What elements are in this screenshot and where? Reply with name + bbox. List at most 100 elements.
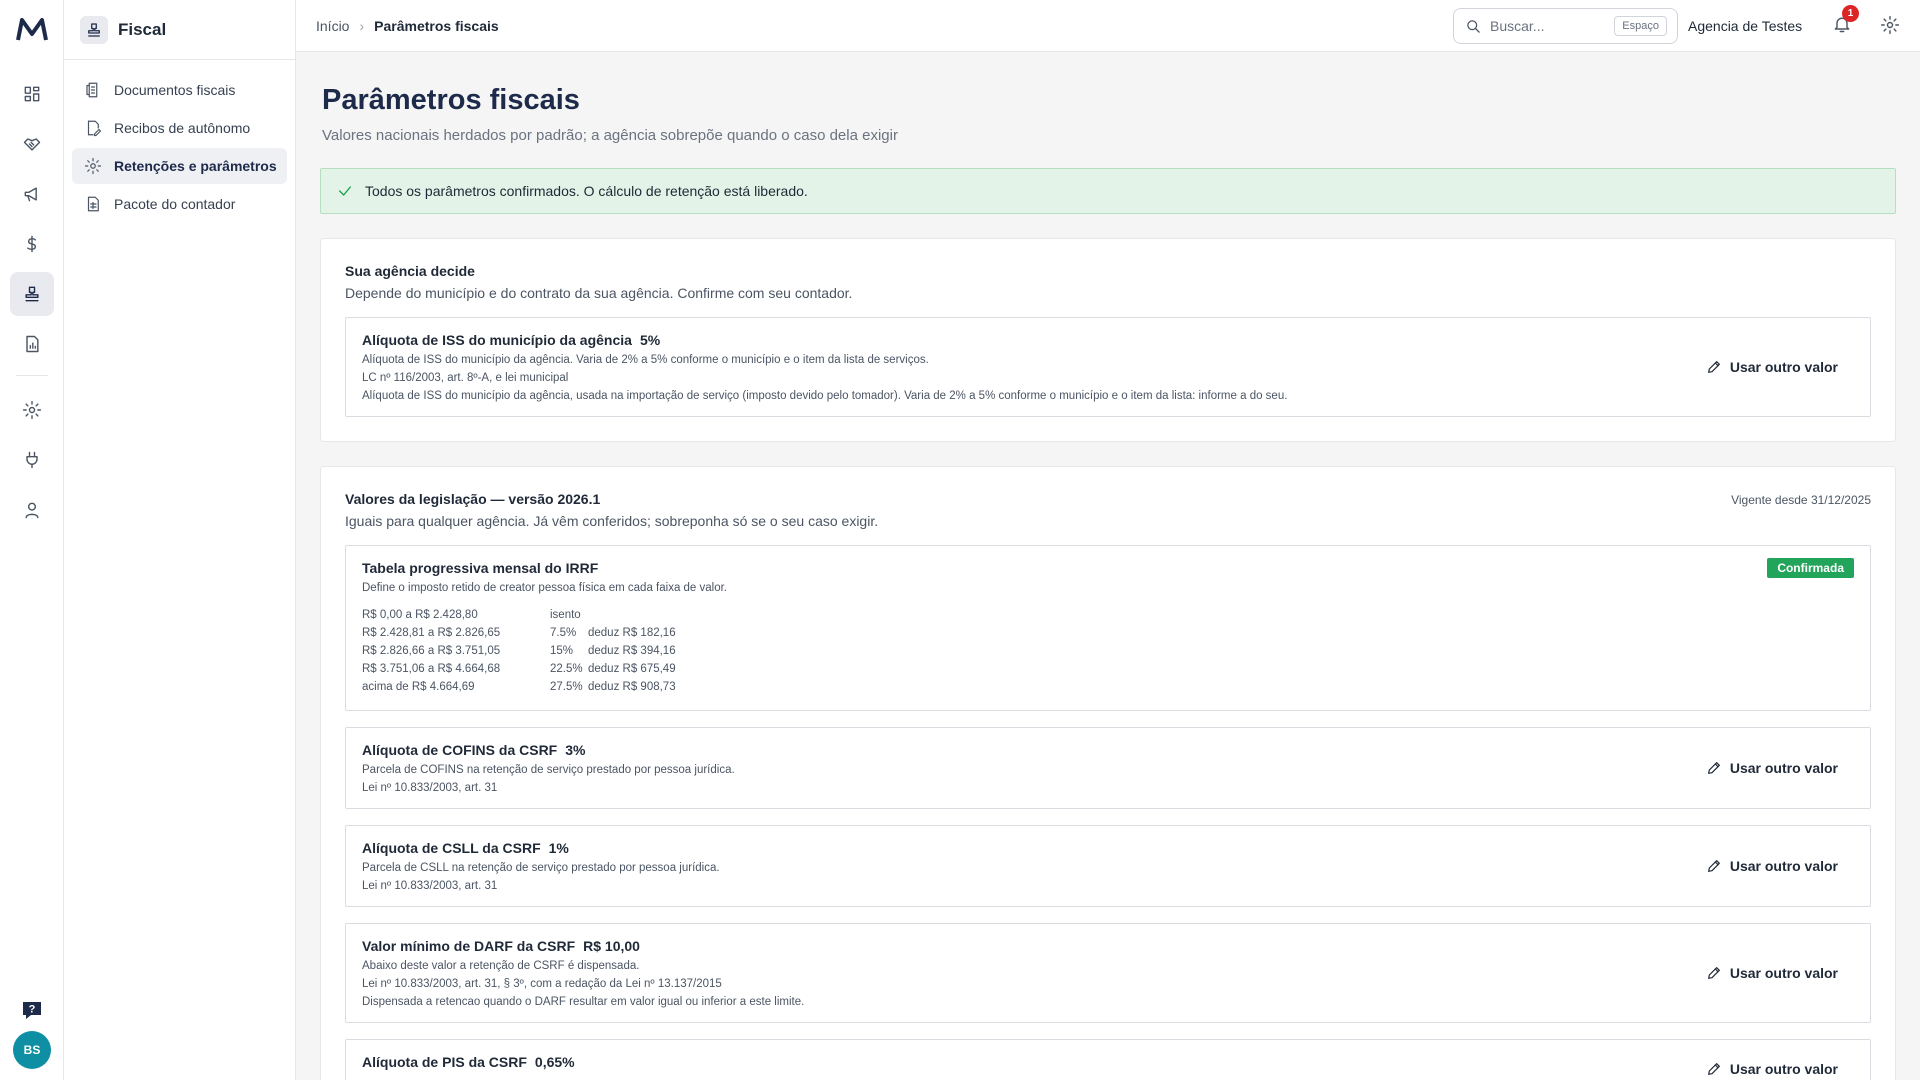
irrf-table: R$ 0,00 a R$ 2.428,80 isento R$ 2.428,81… bbox=[362, 606, 1854, 696]
param-description: Parcela de COFINS na retenção de serviço… bbox=[362, 764, 735, 776]
param-title: Alíquota de PIS da CSRF 0,65% bbox=[362, 1054, 1854, 1070]
override-value-button[interactable]: Usar outro valor bbox=[1706, 1061, 1838, 1077]
override-value-button[interactable]: Usar outro valor bbox=[1706, 359, 1838, 375]
agency-switcher[interactable]: Agencia de Testes bbox=[1688, 0, 1802, 52]
param-name: Alíquota de PIS da CSRF bbox=[362, 1054, 527, 1070]
rail-reports-button[interactable] bbox=[10, 322, 54, 366]
effective-date: Vigente desde 31/12/2025 bbox=[1731, 493, 1871, 507]
main-content: Parâmetros fiscais Valores nacionais her… bbox=[296, 52, 1920, 1080]
bracket-rate: 27.5% bbox=[550, 681, 583, 693]
law-values-section: Valores da legislação — versão 2026.1 Ig… bbox=[320, 466, 1896, 1080]
rail-fiscal-button[interactable] bbox=[10, 272, 54, 316]
sidebar-item-documentos-fiscais[interactable]: Documentos fiscais bbox=[72, 72, 287, 108]
param-note: Alíquota de ISS do município da agência,… bbox=[362, 390, 1288, 402]
override-value-button[interactable]: Usar outro valor bbox=[1706, 760, 1838, 776]
param-title: Alíquota de CSLL da CSRF 1% bbox=[362, 840, 1854, 856]
breadcrumb-home[interactable]: Início bbox=[316, 18, 349, 34]
table-row: R$ 0,00 a R$ 2.428,80 isento bbox=[362, 606, 1854, 624]
sidebar-item-label: Pacote do contador bbox=[114, 196, 236, 212]
receipt-edit-icon bbox=[87, 120, 102, 137]
app-rail: ? BS bbox=[0, 0, 64, 1080]
search-shortcut: Espaço bbox=[1614, 16, 1667, 36]
rail-deals-button[interactable] bbox=[10, 122, 54, 166]
handshake-icon bbox=[23, 138, 41, 151]
bracket-rate: 15% bbox=[550, 645, 574, 657]
pencil-icon bbox=[1707, 1063, 1720, 1075]
spreadsheet-icon bbox=[87, 196, 99, 212]
param-note: Dispensada a retencao quando o DARF resu… bbox=[362, 996, 805, 1008]
stamp-icon bbox=[25, 286, 39, 302]
sidebar-title: Fiscal bbox=[118, 19, 167, 39]
plug-icon bbox=[26, 451, 38, 469]
chevron-right-icon: › bbox=[359, 18, 365, 34]
app-logo[interactable] bbox=[16, 16, 48, 44]
alert-text: Todos os parâmetros confirmados. O cálcu… bbox=[365, 183, 808, 199]
param-name: Valor mínimo de DARF da CSRF bbox=[362, 938, 576, 954]
search-input[interactable]: Buscar... Espaço bbox=[1453, 8, 1678, 44]
table-row: R$ 2.826,66 a R$ 3.751,05 15% deduz R$ 3… bbox=[362, 642, 1854, 660]
sidebar-item-label: Documentos fiscais bbox=[114, 82, 236, 98]
rail-profile-button[interactable] bbox=[10, 488, 54, 532]
param-name: Alíquota de CSLL da CSRF bbox=[362, 840, 541, 856]
avatar[interactable]: BS bbox=[13, 1031, 51, 1069]
page-title: Parâmetros fiscais bbox=[322, 84, 580, 116]
bracket-rate: isento bbox=[550, 609, 581, 621]
check-icon bbox=[339, 186, 351, 196]
param-value: 0,65% bbox=[534, 1054, 575, 1070]
dashboard-icon bbox=[24, 86, 40, 102]
sidebar-item-recibos-autonomo[interactable]: Recibos de autônomo bbox=[72, 110, 287, 146]
param-title: Alíquota de COFINS da CSRF 3% bbox=[362, 742, 1854, 758]
override-value-button[interactable]: Usar outro valor bbox=[1706, 965, 1838, 981]
rail-dashboard-button[interactable] bbox=[10, 72, 54, 116]
param-title: Alíquota de ISS do município da agência 5… bbox=[362, 332, 1854, 348]
bracket-deduction: deduz R$ 394,16 bbox=[588, 645, 676, 657]
param-card-csll: Alíquota de CSLL da CSRF 1% Parcela de CS… bbox=[345, 825, 1871, 907]
help-icon[interactable]: ? bbox=[20, 998, 44, 1022]
rail-divider bbox=[16, 375, 48, 376]
sidebar-item-label: Retenções e parâmetros bbox=[114, 158, 277, 174]
breadcrumb-current: Parâmetros fiscais bbox=[374, 18, 499, 34]
param-legal-basis: Lei nº 10.833/2003, art. 31, § 3º, com a… bbox=[362, 978, 722, 990]
irrf-table-card: Tabela progressiva mensal do IRRF Define… bbox=[345, 545, 1871, 711]
param-card-cofins: Alíquota de COFINS da CSRF 3% Parcela de … bbox=[345, 727, 1871, 809]
override-value-button[interactable]: Usar outro valor bbox=[1706, 858, 1838, 874]
pencil-icon bbox=[1707, 762, 1720, 774]
gear-icon bbox=[22, 400, 42, 420]
param-value: 1% bbox=[548, 840, 569, 856]
param-legal-basis: Lei nº 10.833/2003, art. 31 bbox=[362, 880, 498, 892]
param-description: Alíquota de ISS do município da agência.… bbox=[362, 354, 929, 366]
param-legal-basis: Lei nº 10.833/2003, art. 31 bbox=[362, 782, 498, 794]
param-title: Valor mínimo de DARF da CSRF R$ 10,00 bbox=[362, 938, 1854, 954]
param-card-pis: Alíquota de PIS da CSRF 0,65% Usar outro … bbox=[345, 1039, 1871, 1080]
param-description: Abaixo deste valor a retenção de CSRF é … bbox=[362, 960, 640, 972]
gear-icon bbox=[84, 157, 102, 175]
topbar: Início › Parâmetros fiscais Buscar... Es… bbox=[296, 0, 1920, 52]
user-icon bbox=[25, 502, 39, 519]
search-icon bbox=[1467, 19, 1480, 33]
document-icon bbox=[86, 82, 98, 98]
section-title: Valores da legislação — versão 2026.1 bbox=[345, 491, 601, 507]
section-description: Depende do município e do contrato da su… bbox=[345, 285, 853, 301]
rail-finance-button[interactable] bbox=[10, 222, 54, 266]
override-label: Usar outro valor bbox=[1729, 760, 1838, 776]
table-row: R$ 2.428,81 a R$ 2.826,65 7.5% deduz R$ … bbox=[362, 624, 1854, 642]
sidebar-item-pacote-contador[interactable]: Pacote do contador bbox=[72, 186, 287, 222]
sidebar-item-label: Recibos de autônomo bbox=[114, 120, 251, 136]
rail-integrations-button[interactable] bbox=[10, 438, 54, 482]
bracket-rate: 22.5% bbox=[550, 663, 583, 675]
bracket-range: R$ 2.428,81 a R$ 2.826,65 bbox=[362, 627, 501, 639]
sidebar-item-retencoes-parametros[interactable]: Retenções e parâmetros bbox=[72, 148, 287, 184]
bracket-deduction: deduz R$ 908,73 bbox=[588, 681, 676, 693]
override-label: Usar outro valor bbox=[1729, 858, 1838, 874]
param-description: Parcela de CSLL na retenção de serviço p… bbox=[362, 862, 720, 874]
table-row: acima de R$ 4.664,69 27.5% deduz R$ 908,… bbox=[362, 678, 1854, 696]
settings-button[interactable] bbox=[1880, 15, 1902, 37]
bracket-range: R$ 0,00 a R$ 2.428,80 bbox=[362, 609, 478, 621]
page-subtitle: Valores nacionais herdados por padrão; a… bbox=[322, 127, 898, 144]
bracket-range: R$ 2.826,66 a R$ 3.751,05 bbox=[362, 645, 501, 657]
param-title: Tabela progressiva mensal do IRRF bbox=[362, 560, 599, 576]
param-legal-basis: LC nº 116/2003, art. 8º-A, e lei municip… bbox=[362, 372, 569, 384]
rail-settings-button[interactable] bbox=[10, 388, 54, 432]
param-description: Define o imposto retido de creator pesso… bbox=[362, 582, 728, 594]
rail-campaigns-button[interactable] bbox=[10, 172, 54, 216]
